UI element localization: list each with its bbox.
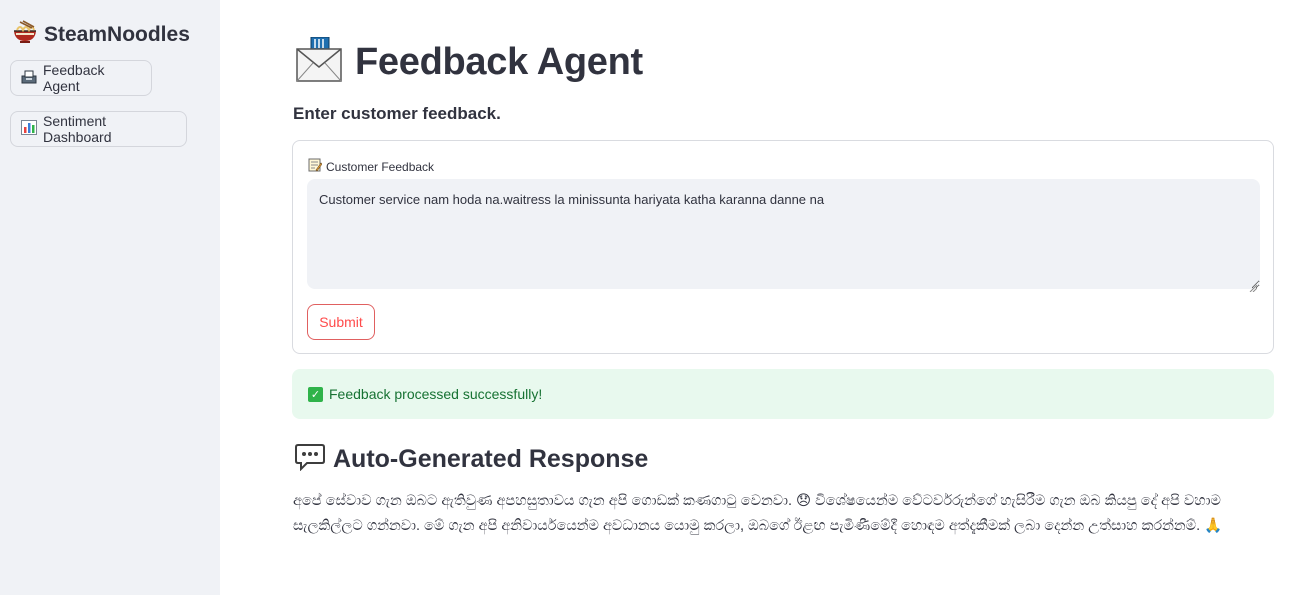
check-mark-icon: ✓ xyxy=(308,386,323,402)
success-message: Feedback processed successfully! xyxy=(329,386,543,402)
response-title: Auto-Generated Response xyxy=(333,445,649,473)
response-text: අපේ සේවාව ගැන ඔබට ඇතිවුණ අපහසුතාවය ගැන අ… xyxy=(293,493,1223,534)
inbox-tray-icon xyxy=(21,70,37,87)
page-subtitle: Enter customer feedback. xyxy=(293,104,501,123)
submit-button[interactable]: Submit xyxy=(307,304,375,340)
sidebar-item-label: Feedback Agent xyxy=(43,62,105,94)
feedback-field-label: Customer Feedback xyxy=(308,158,434,175)
customer-feedback-textarea[interactable]: Customer service nam hoda na.waitress la… xyxy=(307,179,1260,289)
sidebar: SteamNoodles Feedback Agent Sentiment Da… xyxy=(0,0,220,595)
field-label-text: Customer Feedback xyxy=(326,159,435,174)
sidebar-item-label: Sentiment Dashboard xyxy=(43,113,112,145)
response-header: Auto-Generated Response xyxy=(295,443,648,476)
bar-chart-icon xyxy=(21,120,37,138)
mailbox-envelope-icon xyxy=(295,36,343,88)
page-title: Feedback Agent xyxy=(355,41,643,83)
brand: SteamNoodles xyxy=(12,20,190,49)
page-header: Feedback Agent xyxy=(295,36,643,88)
memo-icon xyxy=(308,158,323,175)
sidebar-item-sentiment-dashboard[interactable]: Sentiment Dashboard xyxy=(10,111,187,147)
feedback-form: Customer Feedback Customer service nam h… xyxy=(292,140,1274,354)
sidebar-item-feedback-agent[interactable]: Feedback Agent xyxy=(10,60,152,96)
resize-handle-icon[interactable] xyxy=(1249,279,1258,293)
brand-title: SteamNoodles xyxy=(44,22,190,46)
success-alert: ✓ Feedback processed successfully! xyxy=(292,369,1274,419)
noodle-bowl-icon xyxy=(12,20,38,49)
speech-bubble-icon xyxy=(295,443,325,476)
